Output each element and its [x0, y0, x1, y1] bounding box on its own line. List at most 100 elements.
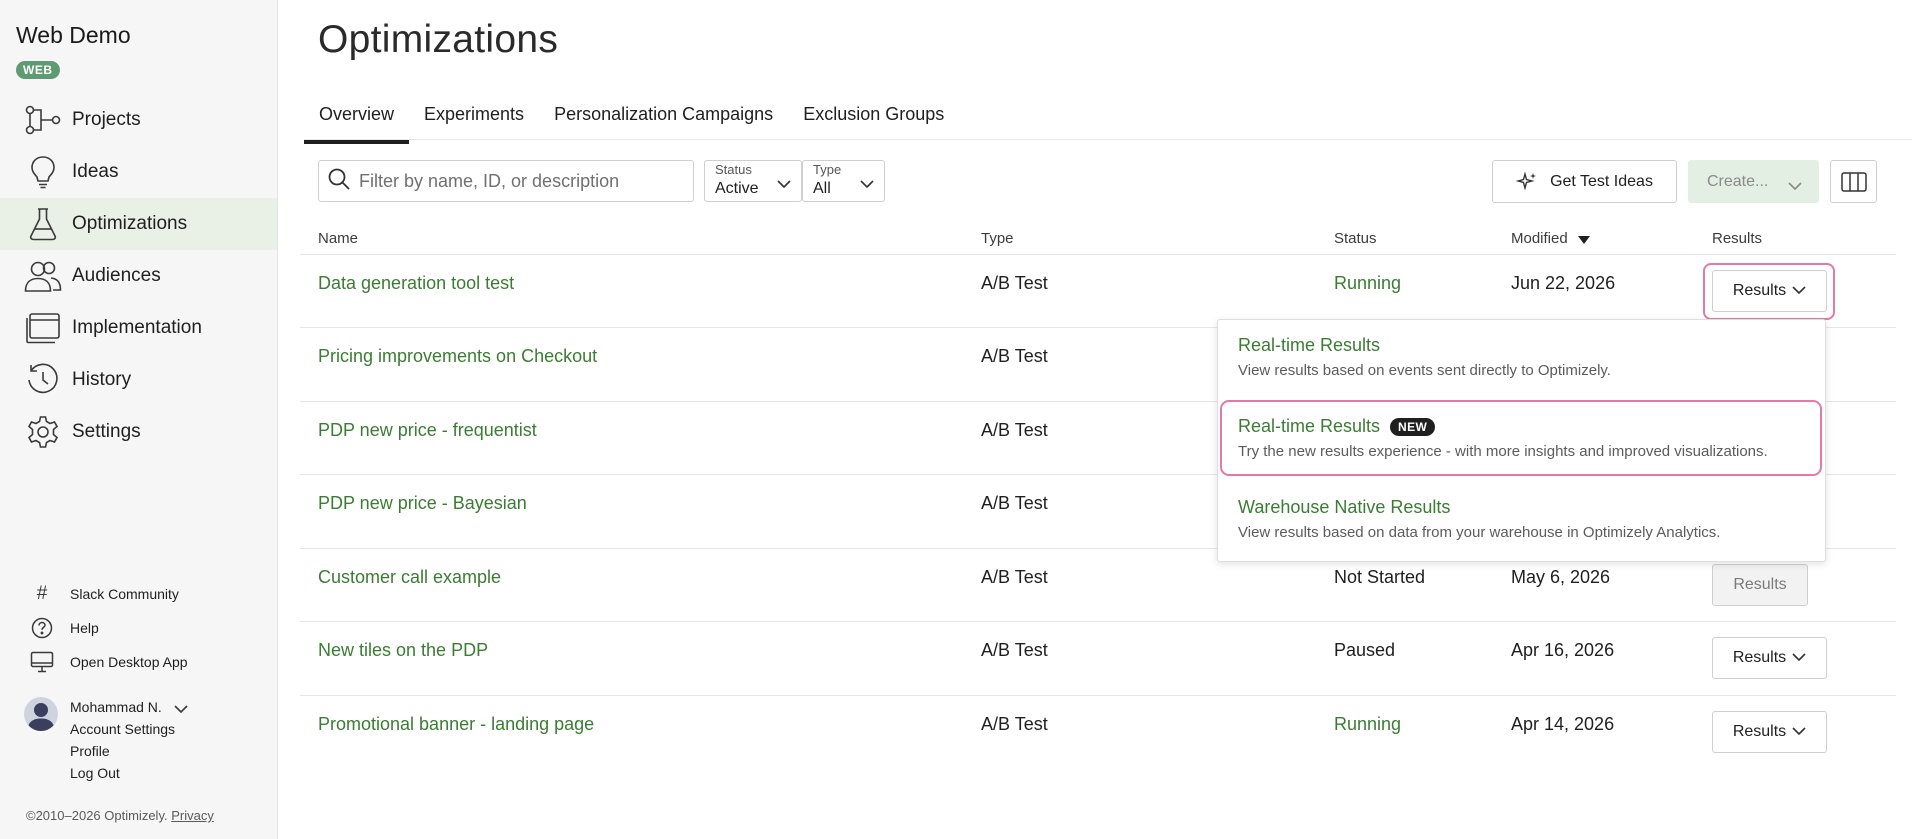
optimization-name-link[interactable]: PDP new price - Bayesian	[318, 493, 527, 514]
project-name[interactable]: Web Demo	[16, 22, 131, 49]
gear-icon	[24, 415, 62, 449]
profile-link[interactable]: Profile	[70, 743, 110, 759]
status-badge: Paused	[1334, 640, 1396, 660]
sidebar-item-ideas[interactable]: Ideas	[0, 146, 277, 198]
column-header-modified[interactable]: Modified	[1511, 230, 1590, 248]
slack-community-link[interactable]: # Slack Community	[0, 577, 277, 611]
tab-overview[interactable]: Overview	[304, 96, 410, 144]
results-button-highlight	[1703, 263, 1835, 320]
menu-item-title: Real-time Results	[1238, 416, 1381, 436]
status-select[interactable]: Status Active	[704, 160, 802, 202]
log-out-link[interactable]: Log Out	[70, 765, 120, 781]
results-dropdown-button[interactable]: Results	[1712, 711, 1827, 753]
sidebar-item-optimizations[interactable]: Optimizations	[0, 198, 277, 250]
optimization-name-link[interactable]: New tiles on the PDP	[318, 640, 488, 661]
results-button-disabled: Results	[1712, 564, 1808, 606]
history-icon	[24, 363, 62, 397]
sidebar-item-implementation[interactable]: Implementation	[0, 302, 277, 354]
platform-badge: WEB	[16, 61, 60, 79]
modified-date: May 6, 2026	[1511, 567, 1611, 587]
row-divider	[300, 254, 1896, 255]
menu-item-realtime-results[interactable]: Real-time Results View results based on …	[1238, 335, 1611, 379]
open-desktop-app-link[interactable]: Open Desktop App	[0, 645, 277, 679]
sidebar-item-label: Audiences	[72, 265, 161, 286]
menu-item-description: View results based on events sent direct…	[1238, 362, 1611, 379]
util-label: Help	[70, 620, 99, 636]
sidebar-item-projects[interactable]: Projects	[0, 94, 277, 146]
tab-exclusion-groups[interactable]: Exclusion Groups	[788, 96, 959, 144]
search-icon	[327, 167, 351, 196]
menu-item-title: Real-time Results	[1238, 335, 1381, 355]
column-header-results: Results	[1712, 230, 1763, 247]
window-icon	[24, 311, 62, 345]
sidebar-item-label: Projects	[72, 109, 141, 130]
tab-bar: Overview Experiments Personalization Cam…	[304, 96, 959, 144]
optimization-name-link[interactable]: Customer call example	[318, 567, 501, 588]
tab-experiments[interactable]: Experiments	[409, 96, 539, 144]
desktop-icon	[30, 651, 54, 673]
user-name[interactable]: Mohammad N.	[70, 699, 162, 715]
sidebar-item-history[interactable]: History	[0, 354, 277, 406]
get-test-ideas-label: Get Test Ideas	[1550, 172, 1653, 190]
util-label: Slack Community	[70, 586, 179, 602]
optimization-type: A/B Test	[981, 640, 1048, 660]
help-link[interactable]: Help	[0, 611, 277, 645]
status-badge: Running	[1334, 273, 1402, 293]
optimization-type: A/B Test	[981, 714, 1048, 734]
optimization-name-link[interactable]: Promotional banner - landing page	[318, 714, 594, 735]
modified-date: Jun 22, 2026	[1511, 273, 1616, 293]
tabs-divider	[304, 139, 1912, 140]
results-label: Results	[1733, 576, 1787, 593]
sidebar-item-settings[interactable]: Settings	[0, 406, 277, 458]
flask-icon	[24, 207, 62, 241]
copyright-text: ©2010–2026 Optimizely.	[26, 808, 168, 823]
optimization-type: A/B Test	[981, 420, 1048, 440]
optimization-name-link[interactable]: Data generation tool test	[318, 273, 514, 294]
optimization-type: A/B Test	[981, 346, 1048, 366]
column-header-status[interactable]: Status	[1334, 230, 1377, 247]
optimization-type: A/B Test	[981, 567, 1048, 587]
sidebar: Web Demo WEB Projects Ideas Optimization…	[0, 0, 278, 839]
menu-item-warehouse-native-results[interactable]: Warehouse Native Results View results ba…	[1238, 497, 1720, 541]
optimization-name-link[interactable]: PDP new price - frequentist	[318, 420, 537, 441]
account-settings-link[interactable]: Account Settings	[70, 721, 175, 737]
status-badge: Not Started	[1334, 567, 1426, 587]
avatar[interactable]	[24, 697, 58, 731]
results-label: Results	[1732, 649, 1787, 666]
page-title: Optimizations	[318, 18, 559, 61]
get-test-ideas-button[interactable]: Get Test Ideas	[1492, 160, 1677, 203]
optimization-type: A/B Test	[981, 493, 1048, 513]
type-select[interactable]: Type All	[802, 160, 885, 202]
row-divider	[300, 695, 1896, 696]
chevron-down-icon	[860, 176, 874, 194]
menu-item-description: View results based on data from your war…	[1238, 524, 1721, 541]
sidebar-utilities: # Slack Community Help Open Desktop App	[0, 577, 277, 679]
chevron-down-icon	[1788, 178, 1802, 196]
column-layout-button[interactable]	[1830, 160, 1877, 203]
sidebar-item-label: History	[72, 369, 132, 390]
results-dropdown-button[interactable]: Results	[1712, 637, 1827, 679]
tab-personalization-campaigns[interactable]: Personalization Campaigns	[539, 96, 788, 144]
menu-item-description: Try the new results experience - with mo…	[1238, 443, 1768, 460]
search-input[interactable]	[359, 170, 679, 192]
privacy-link[interactable]: Privacy	[171, 808, 214, 823]
column-header-type[interactable]: Type	[981, 230, 1014, 247]
search-box[interactable]	[318, 160, 694, 202]
lightbulb-icon	[24, 155, 62, 189]
projects-icon	[24, 103, 62, 137]
new-badge: NEW	[1390, 417, 1436, 436]
status-badge: Running	[1334, 714, 1402, 734]
chevron-down-icon	[777, 176, 791, 194]
results-dropdown-menu: Real-time Results View results based on …	[1217, 319, 1826, 562]
columns-icon	[1840, 171, 1867, 192]
results-label: Results	[1732, 723, 1787, 740]
optimization-name-link[interactable]: Pricing improvements on Checkout	[318, 346, 597, 367]
sidebar-item-audiences[interactable]: Audiences	[0, 250, 277, 302]
chevron-down-icon[interactable]	[174, 701, 188, 719]
create-label: Create...	[1707, 172, 1769, 190]
create-button[interactable]: Create...	[1688, 160, 1819, 203]
menu-item-title: Warehouse Native Results	[1238, 497, 1451, 517]
sort-descending-icon	[1577, 231, 1590, 248]
column-header-name[interactable]: Name	[318, 230, 358, 247]
menu-item-realtime-results-new[interactable]: Real-time Results NEW Try the new result…	[1238, 416, 1768, 460]
